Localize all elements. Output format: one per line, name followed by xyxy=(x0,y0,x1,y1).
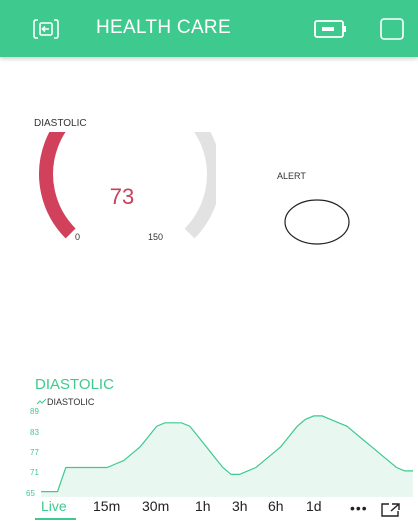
y-tick-label: 89 xyxy=(30,407,39,416)
range-live[interactable]: Live xyxy=(41,498,67,514)
range-15m[interactable]: 15m xyxy=(93,498,120,514)
app-header: HEALTH CARE xyxy=(0,0,418,57)
square-icon[interactable] xyxy=(380,18,404,40)
gauge-label: DIASTOLIC xyxy=(34,118,87,129)
gauge-track xyxy=(39,132,216,239)
gauge-min-label: 0 xyxy=(75,232,81,242)
y-tick-label: 71 xyxy=(30,468,39,477)
diastolic-chart xyxy=(41,415,413,497)
gauge-fill xyxy=(39,132,76,239)
gauge-value: 73 xyxy=(109,184,135,209)
more-button[interactable]: ••• xyxy=(350,500,368,516)
back-square-icon[interactable] xyxy=(33,18,59,40)
range-1h[interactable]: 1h xyxy=(195,498,211,514)
alert-label: ALERT xyxy=(277,171,306,181)
chart-title: DIASTOLIC xyxy=(35,376,114,393)
gauge-max-label: 150 xyxy=(148,232,164,242)
expand-icon[interactable] xyxy=(381,503,401,517)
app-title: HEALTH CARE xyxy=(96,17,231,38)
y-tick-label: 83 xyxy=(30,428,39,437)
chart-area-fill xyxy=(41,415,413,497)
range-30m[interactable]: 30m xyxy=(142,498,169,514)
range-6h[interactable]: 6h xyxy=(268,498,284,514)
y-tick-label: 77 xyxy=(30,448,39,457)
range-3h[interactable]: 3h xyxy=(232,498,248,514)
range-1d[interactable]: 1d xyxy=(306,498,322,514)
alert-indicator[interactable] xyxy=(283,198,351,246)
active-range-indicator xyxy=(35,518,76,520)
battery-icon[interactable] xyxy=(314,19,348,39)
